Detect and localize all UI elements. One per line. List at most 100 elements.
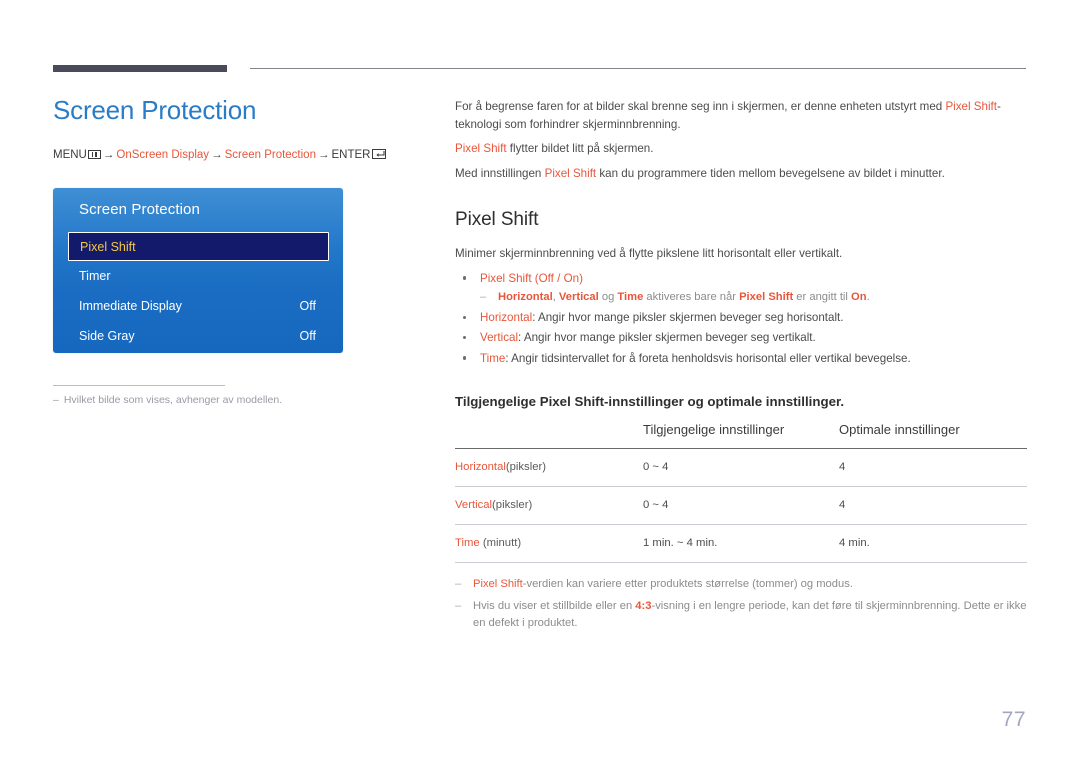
left-footnote-rule (53, 385, 225, 386)
osd-item-value: Off (299, 299, 316, 313)
enter-return-icon (372, 149, 387, 160)
footer-note-1-text: -verdien kan variere etter produktets st… (522, 578, 853, 591)
intro-p2-a: flytter bildet litt på skjermen. (506, 142, 654, 156)
bullet-term: Horizontal (480, 311, 533, 325)
left-footnote-text: Hvilket bilde som vises, avhenger av mod… (63, 394, 283, 406)
table-cell-available: 1 min. ~ 4 min. (643, 524, 839, 564)
table-cell-term: Time (minutt) (455, 524, 643, 564)
bullet-text: : Angir hvor mange piksler skjermen beve… (518, 331, 816, 345)
table-cell-optimal: 4 (839, 486, 1027, 526)
breadcrumb-arrow-1: → (102, 149, 115, 162)
intro-p1-a: For å begrense faren for at bilder skal … (455, 100, 946, 113)
subnote-activation: – Horizontal, Vertical og Time aktiveres … (480, 289, 1027, 306)
subnote-term-vertical: Vertical (558, 291, 599, 304)
bullet-pixel-shift: Pixel Shift (Off / On) – Horizontal, Vert… (455, 270, 1027, 306)
bullet-option-on: On (563, 271, 580, 285)
table-cell-term: Vertical(piksler) (455, 486, 643, 526)
footer-note-1-highlight: Pixel Shift (473, 578, 523, 591)
feature-bullet-list: Pixel Shift (Off / On) – Horizontal, Vert… (455, 270, 1027, 367)
osd-item-label: Side Gray (79, 329, 135, 343)
left-column: Screen Protection MENU → OnScreen Display →… (53, 95, 413, 163)
right-column: For å begrense faren for at bilder skal … (455, 98, 1027, 632)
osd-item-pixel-shift[interactable]: Pixel Shift (68, 232, 329, 261)
header-rule-accent (53, 65, 227, 72)
osd-item-timer[interactable]: Timer (68, 261, 329, 291)
footer-notes: – Pixel Shift-verdien kan variere etter p… (455, 576, 1027, 631)
table-header-blank (455, 422, 643, 449)
section-title-pixel-shift: Pixel Shift (455, 209, 539, 231)
bullet-term: Pixel Shift (480, 271, 532, 285)
bullet-paren-close: ) (579, 271, 583, 285)
table-header-row: Tilgjengelige innstillinger Optimale inn… (455, 422, 1027, 449)
breadcrumb-arrow-2: → (211, 149, 223, 162)
header-rule-thin (250, 68, 1026, 69)
settings-table: Tilgjengelige innstillinger Optimale inn… (455, 422, 1027, 564)
table-term-horizontal: Horizontal (455, 461, 506, 474)
table-term-unit: (minutt) (479, 537, 522, 550)
subnote-dash: – (480, 291, 487, 304)
bullet-dot-icon (463, 335, 467, 340)
intro-p2-highlight: Pixel Shift (455, 142, 507, 156)
footer-note-dash: – (455, 600, 462, 613)
breadcrumb-item-onscreen-display[interactable]: OnScreen Display (116, 149, 209, 161)
osd-item-label: Pixel Shift (80, 239, 136, 254)
subnote-term-time: Time (617, 291, 644, 304)
manual-page: Screen Protection MENU → OnScreen Display →… (0, 0, 1080, 763)
bullet-time: Time: Angir tidsintervallet for å foreta… (455, 350, 1027, 367)
table-cell-available: 0 ~ 4 (643, 486, 839, 526)
footer-note-dash: – (455, 578, 462, 591)
footer-note-1: – Pixel Shift-verdien kan variere etter p… (455, 576, 1027, 593)
left-footnote-dash: – (53, 394, 59, 406)
osd-menu-list: Pixel Shift Timer Immediate Display Off … (68, 232, 329, 351)
osd-item-label: Immediate Display (79, 299, 182, 313)
breadcrumb-menu-label: MENU (53, 149, 87, 162)
subnote-conjunction: og (598, 291, 618, 304)
subnote-term-pixel-shift: Pixel Shift (739, 291, 794, 304)
bullet-horizontal: Horizontal: Angir hvor mange piksler skj… (455, 309, 1027, 326)
section-lead-paragraph: Minimer skjerminnbrenning ved å flytte p… (455, 247, 843, 261)
table-row: Time (minutt) 1 min. ~ 4 min. 4 min. (455, 524, 1027, 564)
intro-paragraph-3: Med innstillingen Pixel Shift kan du pro… (455, 165, 1027, 183)
table-term-unit: (piksler) (492, 499, 533, 512)
bullet-dot-icon (463, 276, 467, 280)
table-header-available: Tilgjengelige innstillinger (643, 422, 785, 438)
bullet-vertical: Vertical: Angir hvor mange piksler skjer… (455, 329, 1027, 346)
bullet-dot-icon (463, 356, 467, 360)
subnote-text-b: er angitt til (793, 291, 852, 304)
table-row: Vertical(piksler) 0 ~ 4 4 (455, 486, 1027, 526)
osd-item-side-gray[interactable]: Side Gray Off (68, 321, 329, 351)
intro-p3-a: Med innstillingen (455, 166, 545, 180)
subnote-term-on: On (851, 291, 867, 304)
footer-note-2-a: Hvis du viser et stillbilde eller en (473, 600, 636, 613)
table-term-unit: (piksler) (505, 461, 547, 474)
osd-item-value: Off (299, 329, 316, 343)
intro-p3-highlight: Pixel Shift (544, 166, 597, 180)
table-cell-optimal: 4 (839, 448, 1027, 488)
bullet-term: Vertical (480, 331, 519, 345)
breadcrumb-arrow-3: → (317, 149, 330, 162)
table-cell-term: Horizontal(piksler) (455, 448, 643, 488)
bullet-paren-open: ( (531, 271, 539, 285)
subnote-text-c: . (866, 291, 870, 304)
footer-note-2: – Hvis du viser et stillbilde eller en 4:… (455, 598, 1027, 632)
osd-panel-title: Screen Protection (79, 201, 200, 218)
table-cell-available: 0 ~ 4 (643, 448, 839, 488)
table-header-optimal: Optimale innstillinger (839, 422, 960, 438)
intro-paragraph-1: For å begrense faren for at bilder skal … (455, 98, 1027, 133)
breadcrumb-item-screen-protection[interactable]: Screen Protection (225, 149, 316, 161)
menu-bars-icon (87, 150, 101, 160)
breadcrumb: MENU → OnScreen Display → Screen Protection →… (53, 149, 413, 163)
breadcrumb-enter-label: ENTER (331, 149, 371, 162)
bullet-text: : Angir tidsintervallet for å foreta hen… (505, 351, 911, 365)
bullet-option-off: Off (538, 271, 554, 285)
osd-item-immediate-display[interactable]: Immediate Display Off (68, 291, 329, 321)
footer-note-2-highlight: 4:3 (635, 600, 652, 613)
bullet-text: : Angir hvor mange piksler skjermen beve… (532, 311, 844, 325)
left-footnote: – Hvilket bilde som vises, avhenger av mo… (53, 393, 393, 408)
table-cell-optimal: 4 min. (839, 524, 1027, 564)
intro-paragraph-2: Pixel Shift flytter bildet litt på skjer… (455, 140, 1027, 158)
osd-menu-panel: Screen Protection Pixel Shift Timer Imme… (53, 188, 343, 353)
table-row: Horizontal(piksler) 0 ~ 4 4 (455, 448, 1027, 488)
table-term-vertical: Vertical (455, 499, 493, 512)
page-title: Screen Protection (53, 95, 257, 125)
